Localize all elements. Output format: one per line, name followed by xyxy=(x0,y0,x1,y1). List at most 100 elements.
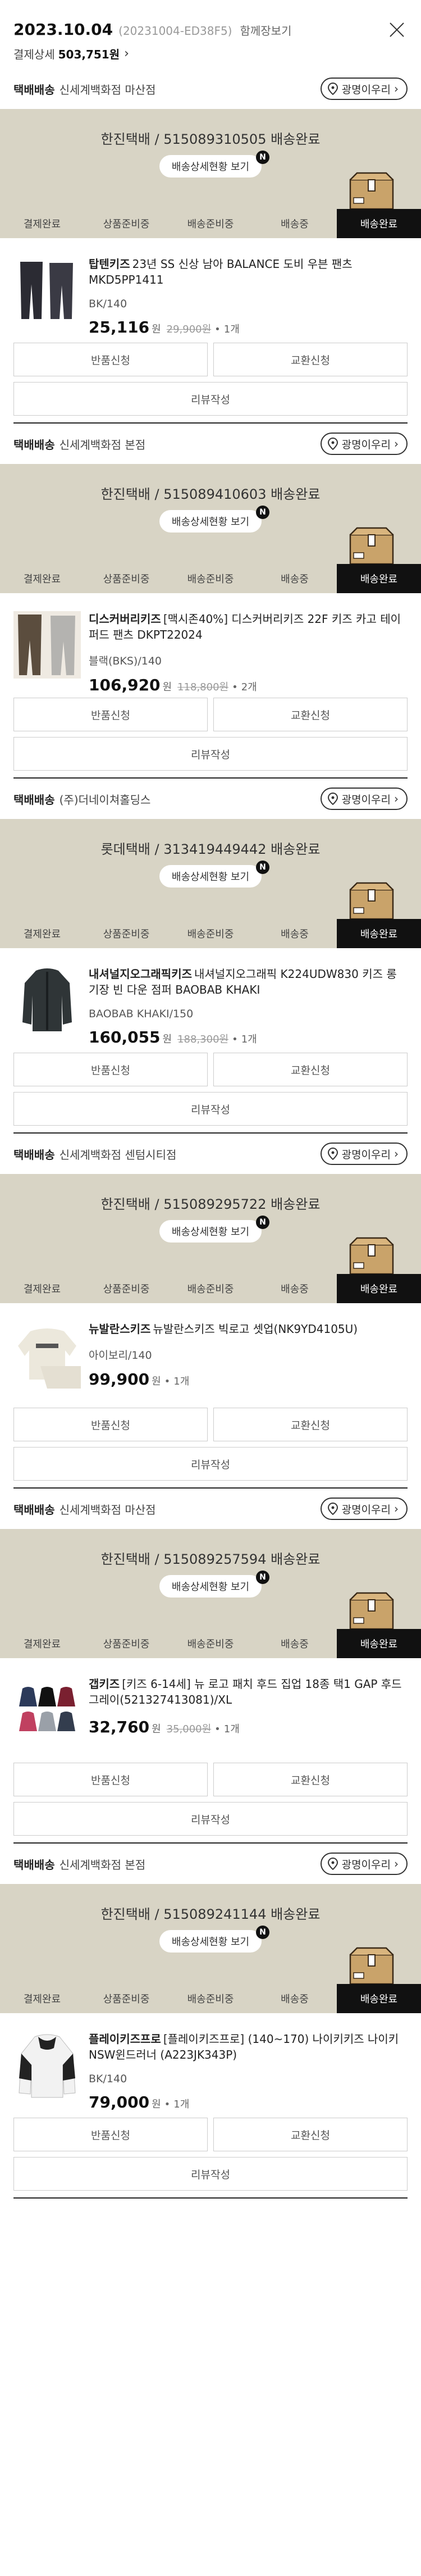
store-name: 신세계백화점 센텀시티점 xyxy=(59,1148,177,1162)
delivery-steps: 결제완료 상품준비중 배송준비중 배송중 배송완료 xyxy=(0,919,421,948)
delivery-step: 상품준비중 xyxy=(103,1284,150,1295)
sale-price: 99,900 xyxy=(89,1370,150,1389)
store-pill-label: 광명이우리 xyxy=(341,438,391,451)
store-name: 신세계백화점 본점 xyxy=(59,1858,146,1872)
delivery-step: 상품준비중 xyxy=(103,574,150,585)
exchange-request-button[interactable]: 교환신청 xyxy=(213,2118,408,2151)
new-badge: N xyxy=(256,1571,269,1584)
new-badge: N xyxy=(256,1926,269,1939)
exchange-request-button[interactable]: 교환신청 xyxy=(213,343,408,376)
product-option: BK/140 xyxy=(89,298,127,310)
store-pickup-button[interactable]: 광명이우리 › xyxy=(320,1498,408,1520)
quantity: 1개 xyxy=(223,324,240,335)
bullet: • xyxy=(164,2099,171,2110)
return-request-button[interactable]: 반품신청 xyxy=(13,343,208,376)
order-actions: 반품신청 교환신청 리뷰작성 xyxy=(0,1763,421,1836)
order-actions: 반품신청 교환신청 리뷰작성 xyxy=(0,2118,421,2191)
product-thumbnail[interactable] xyxy=(13,1321,81,1389)
product-name[interactable]: 플레이키즈프로 [플레이키즈프로] (140~170) 나이키키즈 나이키NSW윈… xyxy=(89,2031,408,2063)
close-icon[interactable] xyxy=(388,21,405,38)
delivery-type: 택배배송 xyxy=(13,1858,55,1872)
won-unit: 원 xyxy=(152,324,161,335)
product-name[interactable]: 디스커버리키즈 [맥시존40%] 디스커버리키즈 22F 키즈 카고 테이퍼드 팬… xyxy=(89,611,408,643)
product-item[interactable]: 플레이키즈프로 [플레이키즈프로] (140~170) 나이키키즈 나이키NSW윈… xyxy=(0,2013,421,2118)
delivery-status-banner: 한진택배 / 515089310505 배송완료 배송상세현황 보기 N 결제완… xyxy=(0,109,421,238)
write-review-button[interactable]: 리뷰작성 xyxy=(13,1802,408,1836)
write-review-button[interactable]: 리뷰작성 xyxy=(13,737,408,771)
delivery-detail-button[interactable]: 배송상세현황 보기 N xyxy=(159,1216,269,1243)
return-request-button[interactable]: 반품신청 xyxy=(13,698,208,731)
delivery-detail-button[interactable]: 배송상세현황 보기 N xyxy=(159,1571,269,1598)
product-name[interactable]: 뉴발란스키즈 뉴발란스키즈 빅로고 셋업(NK9YD4105U) xyxy=(89,1321,408,1337)
product-name[interactable]: 갭키즈 [키즈 6-14세] 뉴 로고 패치 후드 집업 18종 택1 GAP 후… xyxy=(89,1676,408,1708)
delivery-step: 상품준비중 xyxy=(103,929,150,940)
delivery-step: 결제완료 xyxy=(23,1639,61,1650)
brand-name: 내셔널지오그래픽키즈 xyxy=(89,967,192,981)
sale-price: 32,760 xyxy=(89,1718,150,1736)
chevron-right-icon: › xyxy=(124,47,129,61)
payment-detail-link[interactable]: 결제상세 503,751원 › xyxy=(13,45,408,62)
product-thumbnail[interactable] xyxy=(13,256,81,324)
delivery-step: 배송중 xyxy=(281,1994,309,2005)
new-badge: N xyxy=(256,151,269,164)
delivery-detail-button[interactable]: 배송상세현황 보기 N xyxy=(159,506,269,533)
product-item[interactable]: 디스커버리키즈 [맥시존40%] 디스커버리키즈 22F 키즈 카고 테이퍼드 팬… xyxy=(0,593,421,698)
write-review-button[interactable]: 리뷰작성 xyxy=(13,2157,408,2191)
product-name[interactable]: 탑텐키즈 23년 SS 신상 남아 BALANCE 도비 우븐 팬츠 MKD5PP… xyxy=(89,256,408,288)
sale-price: 106,920 xyxy=(89,676,161,694)
delivery-step: 배송준비중 xyxy=(187,1639,234,1650)
return-request-button[interactable]: 반품신청 xyxy=(13,1408,208,1441)
product-item[interactable]: 내셔널지오그래픽키즈 내셔널지오그래픽 K224UDW830 키즈 롱 기장 빈 … xyxy=(0,948,421,1053)
product-title: 뉴발란스키즈 빅로고 셋업(NK9YD4105U) xyxy=(153,1322,358,1336)
exchange-request-button[interactable]: 교환신청 xyxy=(213,1053,408,1086)
product-item[interactable]: 갭키즈 [키즈 6-14세] 뉴 로고 패치 후드 집업 18종 택1 GAP 후… xyxy=(0,1658,421,1763)
exchange-request-button[interactable]: 교환신청 xyxy=(213,698,408,731)
delivery-step: 배송중 xyxy=(281,574,309,585)
delivery-step: 결제완료 xyxy=(23,1284,61,1295)
product-item[interactable]: 뉴발란스키즈 뉴발란스키즈 빅로고 셋업(NK9YD4105U) 아이보리/140… xyxy=(0,1303,421,1408)
delivery-steps: 결제완료 상품준비중 배송준비중 배송중 배송완료 xyxy=(0,1629,421,1658)
write-review-button[interactable]: 리뷰작성 xyxy=(13,1092,408,1126)
won-unit: 원 xyxy=(152,1376,161,1387)
store-pill-label: 광명이우리 xyxy=(341,793,391,806)
store-pickup-button[interactable]: 광명이우리 › xyxy=(320,788,408,810)
delivery-detail-button[interactable]: 배송상세현황 보기 N xyxy=(159,151,269,178)
product-name[interactable]: 내셔널지오그래픽키즈 내셔널지오그래픽 K224UDW830 키즈 롱 기장 빈 … xyxy=(89,966,408,998)
delivery-step: 배송완료 xyxy=(337,1629,421,1658)
delivery-step: 상품준비중 xyxy=(103,1994,150,2005)
exchange-request-button[interactable]: 교환신청 xyxy=(213,1763,408,1796)
chevron-right-icon: › xyxy=(394,1502,399,1515)
location-pin-icon xyxy=(327,1148,338,1160)
return-request-button[interactable]: 반품신청 xyxy=(13,2118,208,2151)
store-pickup-button[interactable]: 광명이우리 › xyxy=(320,1143,408,1165)
product-image xyxy=(19,2034,76,2098)
return-request-button[interactable]: 반품신청 xyxy=(13,1053,208,1086)
write-review-button[interactable]: 리뷰작성 xyxy=(13,382,408,416)
brand-name: 뉴발란스키즈 xyxy=(89,1322,151,1336)
shipment-header: 택배배송 신세계백화점 본점 광명이우리 › xyxy=(0,1844,421,1884)
delivery-detail-label: 배송상세현황 보기 xyxy=(171,161,250,173)
product-thumbnail[interactable] xyxy=(13,966,81,1034)
store-pickup-button[interactable]: 광명이우리 › xyxy=(320,433,408,455)
delivery-detail-button[interactable]: 배송상세현황 보기 N xyxy=(159,1926,269,1953)
product-image xyxy=(19,1687,75,1731)
product-thumbnail[interactable] xyxy=(13,611,81,679)
quantity: 2개 xyxy=(241,681,257,693)
write-review-button[interactable]: 리뷰작성 xyxy=(13,1447,408,1481)
exchange-request-button[interactable]: 교환신청 xyxy=(213,1408,408,1441)
shipment-list: 택배배송 신세계백화점 마산점 광명이우리 › 한진택배 / 5150893105… xyxy=(0,69,421,2199)
product-thumbnail[interactable] xyxy=(13,2031,81,2099)
parcel-box-icon xyxy=(349,527,394,564)
store-pickup-button[interactable]: 광명이우리 › xyxy=(320,1853,408,1875)
product-thumbnail[interactable] xyxy=(13,1676,81,1744)
delivery-type: 택배배송 xyxy=(13,793,55,807)
product-item[interactable]: 탑텐키즈 23년 SS 신상 남아 BALANCE 도비 우븐 팬츠 MKD5PP… xyxy=(0,238,421,343)
won-unit: 원 xyxy=(152,2099,161,2110)
shared-cart-link[interactable]: 함께장보기 xyxy=(240,22,291,38)
return-request-button[interactable]: 반품신청 xyxy=(13,1763,208,1796)
product-image xyxy=(13,611,81,679)
store-pickup-button[interactable]: 광명이우리 › xyxy=(320,78,408,100)
chevron-right-icon: › xyxy=(394,1857,399,1870)
carrier-tracking: 한진택배 / 515089295722 배송완료 xyxy=(100,1196,321,1212)
delivery-detail-button[interactable]: 배송상세현황 보기 N xyxy=(159,861,269,888)
